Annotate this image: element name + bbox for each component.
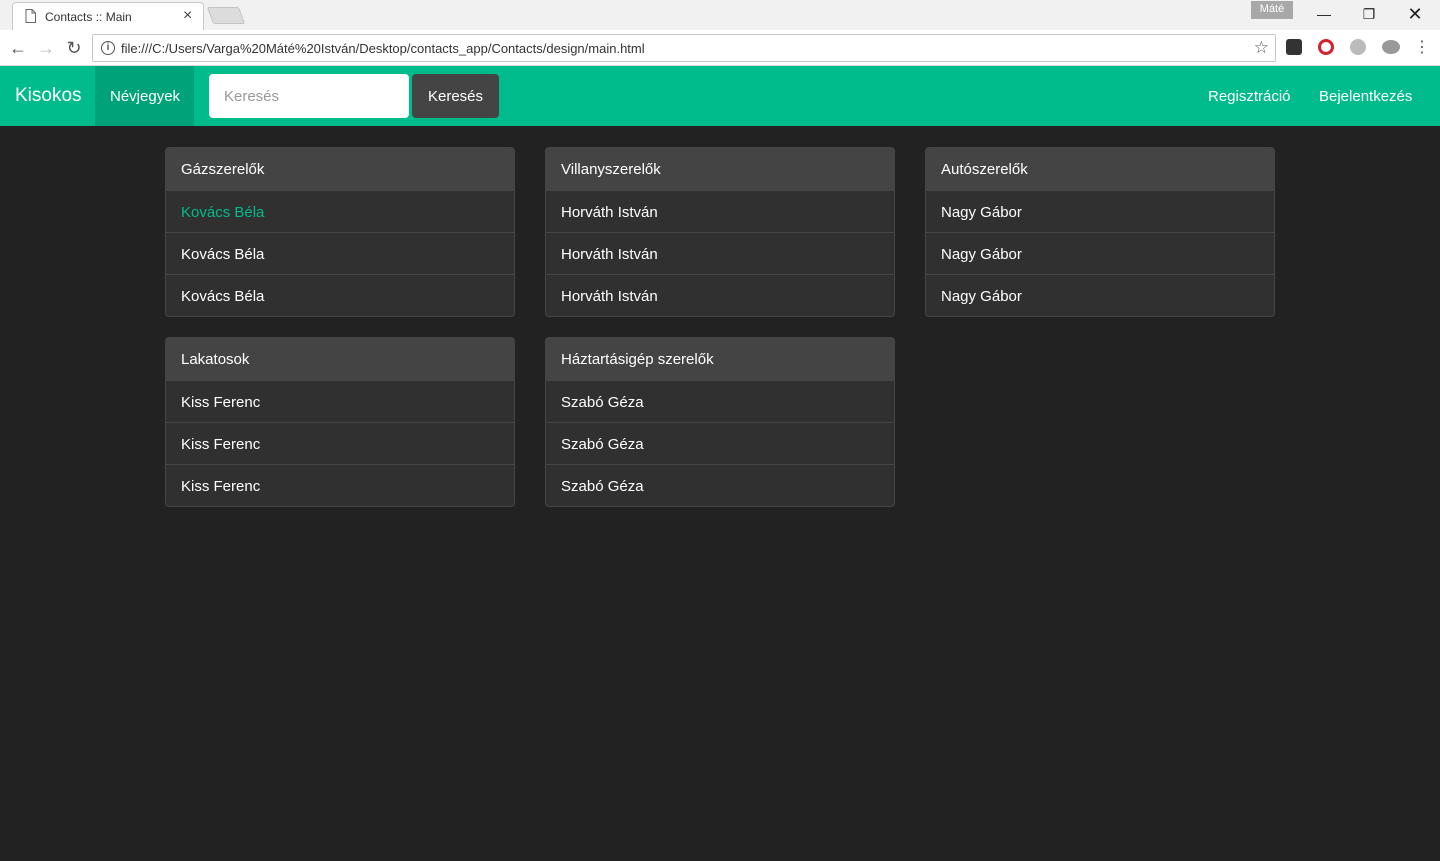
login-link[interactable]: Bejelentkezés: [1319, 88, 1412, 105]
panel-title: Gázszerelők: [166, 148, 514, 190]
extension-gray-icon[interactable]: [1350, 39, 1366, 55]
address-url: file:///C:/Users/Varga%20Máté%20István/D…: [121, 41, 645, 56]
reload-icon[interactable]: ↻: [62, 36, 86, 60]
new-tab-button[interactable]: [206, 7, 246, 24]
close-window-icon[interactable]: ✕: [1403, 4, 1427, 24]
back-icon[interactable]: ←: [6, 36, 30, 60]
bookmark-star-icon[interactable]: ☆: [1254, 38, 1269, 58]
browser-tab[interactable]: Contacts :: Main ×: [12, 2, 204, 30]
app-navbar: Kisokos Névjegyek Keresés Regisztráció B…: [0, 66, 1440, 126]
browser-toolbar: ← → ↻ i file:///C:/Users/Varga%20Máté%20…: [0, 30, 1440, 66]
address-bar[interactable]: i file:///C:/Users/Varga%20Máté%20István…: [92, 34, 1276, 62]
panel-appliance-repair: Háztartásigép szerelők Szabó Géza Szabó …: [545, 337, 895, 507]
list-item[interactable]: Nagy Gábor: [926, 190, 1274, 232]
panel-title: Autószerelők: [926, 148, 1274, 190]
close-tab-icon[interactable]: ×: [183, 7, 192, 25]
search-button[interactable]: Keresés: [412, 74, 499, 118]
panel-mechanics: Autószerelők Nagy Gábor Nagy Gábor Nagy …: [925, 147, 1275, 317]
tab-title: Contacts :: Main: [45, 10, 132, 24]
list-item[interactable]: Horváth István: [546, 190, 894, 232]
list-item[interactable]: Szabó Géza: [546, 422, 894, 464]
minimize-icon[interactable]: —: [1312, 4, 1336, 24]
search-input[interactable]: [209, 74, 409, 118]
brand-link[interactable]: Kisokos: [15, 85, 82, 107]
list-item[interactable]: Kovács Béla: [166, 232, 514, 274]
list-item[interactable]: Szabó Géza: [546, 380, 894, 422]
menu-dots-icon[interactable]: ⋮: [1410, 36, 1434, 60]
list-item[interactable]: Kovács Béla: [166, 274, 514, 316]
panel-title: Lakatosok: [166, 338, 514, 380]
nav-item-label: Névjegyek: [110, 88, 181, 105]
panel-title: Háztartásigép szerelők: [546, 338, 894, 380]
list-item[interactable]: Horváth István: [546, 232, 894, 274]
extension-icon[interactable]: [1286, 39, 1302, 55]
list-item[interactable]: Kiss Ferenc: [166, 464, 514, 506]
opera-icon[interactable]: [1318, 39, 1334, 55]
list-item[interactable]: Nagy Gábor: [926, 274, 1274, 316]
panel-locksmiths: Lakatosok Kiss Ferenc Kiss Ferenc Kiss F…: [165, 337, 515, 507]
panel-title: Villanyszerelők: [546, 148, 894, 190]
forward-icon[interactable]: →: [34, 36, 58, 60]
nav-item-contacts[interactable]: Névjegyek: [95, 66, 194, 126]
extension-eye-icon[interactable]: [1382, 40, 1400, 54]
panel-gas-fitters: Gázszerelők Kovács Béla Kovács Béla Ková…: [165, 147, 515, 317]
list-item[interactable]: Kiss Ferenc: [166, 380, 514, 422]
register-link[interactable]: Regisztráció: [1208, 88, 1291, 105]
list-item[interactable]: Horváth István: [546, 274, 894, 316]
page-icon: [25, 9, 36, 23]
list-item[interactable]: Kiss Ferenc: [166, 422, 514, 464]
panel-electricians: Villanyszerelők Horváth István Horváth I…: [545, 147, 895, 317]
profile-badge[interactable]: Máté: [1251, 1, 1293, 19]
restore-icon[interactable]: ❐: [1357, 4, 1381, 24]
list-item[interactable]: Szabó Géza: [546, 464, 894, 506]
list-item[interactable]: Nagy Gábor: [926, 232, 1274, 274]
info-icon[interactable]: i: [101, 41, 115, 55]
list-item[interactable]: Kovács Béla: [166, 190, 514, 232]
browser-tab-bar: Contacts :: Main × Máté — ❐ ✕: [0, 0, 1440, 30]
